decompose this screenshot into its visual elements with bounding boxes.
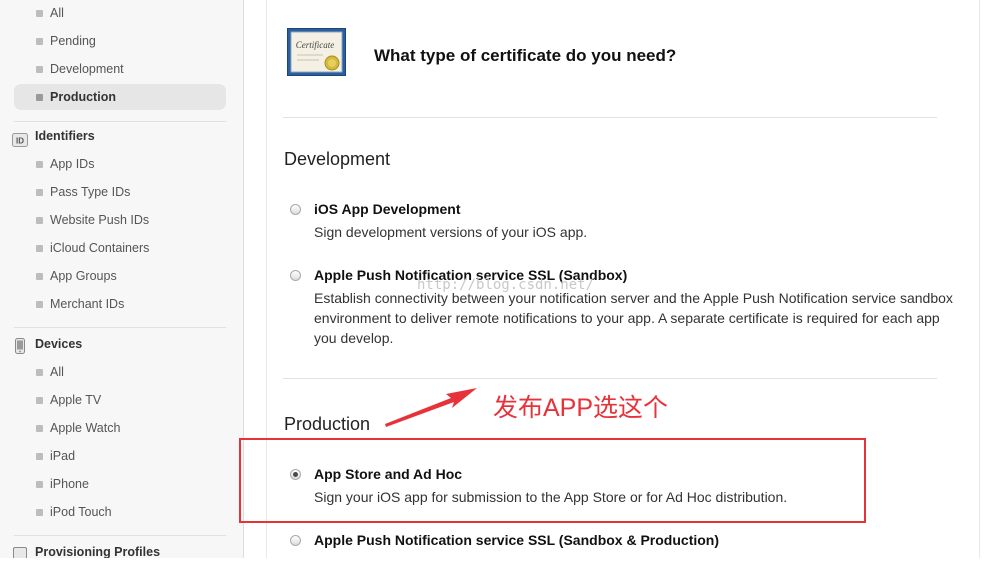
annotation-arrow-icon (384, 384, 484, 437)
certificate-icon: Certificate (287, 28, 346, 76)
bullet-icon (36, 161, 43, 168)
sidebar-divider (14, 327, 226, 328)
section-title-development: Development (284, 149, 391, 169)
sidebar-item-label: Website Push IDs (50, 213, 150, 227)
bullet-icon (36, 94, 43, 101)
divider (283, 378, 937, 379)
bullet-icon (36, 10, 43, 17)
divider (283, 117, 937, 118)
sidebar-item-iphone[interactable]: iPhone (14, 471, 226, 497)
sidebar-item-label: Production (50, 90, 116, 104)
sidebar-section-title: Provisioning Profiles (35, 545, 161, 558)
bullet-icon (36, 301, 43, 308)
sidebar-item-label: iPhone (50, 477, 89, 491)
bullet-icon (36, 217, 43, 224)
sidebar-item-certificates-development[interactable]: Development (14, 56, 226, 82)
sidebar-section-identifiers[interactable]: ID Identifiers (0, 122, 243, 150)
sidebar-item-label: All (50, 6, 64, 20)
sidebar-item-label: iCloud Containers (50, 241, 150, 255)
bullet-icon (36, 189, 43, 196)
sidebar-item-certificates-all[interactable]: All (14, 0, 226, 26)
certificate-icon-text: Certificate (296, 40, 335, 50)
sidebar-item-label: Pass Type IDs (50, 185, 131, 199)
profile-icon (13, 545, 27, 558)
sidebar-section-title: Identifiers (35, 129, 95, 143)
bullet-icon (36, 369, 43, 376)
option-title: Apple Push Notification service SSL (San… (314, 532, 720, 548)
bullet-icon (36, 66, 43, 73)
sidebar-item-label: iPad (50, 449, 76, 463)
option-ios-app-development[interactable]: iOS App Development Sign development ver… (287, 201, 947, 241)
page-title: What type of certificate do you need? (374, 46, 677, 65)
sidebar-item-certificates-production[interactable]: Production (14, 84, 226, 110)
sidebar-item-label: Merchant IDs (50, 297, 125, 311)
watermark: http://blog.csdn.net/ (417, 277, 595, 293)
svg-text:ID: ID (16, 137, 24, 146)
bullet-icon (36, 273, 43, 280)
bullet-icon (36, 453, 43, 460)
bullet-icon (36, 425, 43, 432)
sidebar-divider (14, 535, 226, 536)
sidebar-item-label: Pending (50, 34, 96, 48)
sidebar-item-certificates-pending[interactable]: Pending (14, 28, 226, 54)
sidebar-item-icloud-containers[interactable]: iCloud Containers (14, 235, 226, 261)
bullet-icon (36, 509, 43, 516)
bullet-icon (36, 481, 43, 488)
sidebar-item-label: App IDs (50, 157, 95, 171)
sidebar-item-label: iPod Touch (50, 505, 112, 519)
sidebar-section-title: Devices (35, 337, 83, 351)
sidebar-item-label: Apple Watch (50, 421, 121, 435)
sidebar-item-apple-watch[interactable]: Apple Watch (14, 415, 226, 441)
sidebar-section-provisioning-profiles[interactable]: Provisioning Profiles (0, 538, 243, 558)
option-title: iOS App Development (314, 201, 461, 217)
section-title-production: Production (284, 414, 371, 434)
sidebar-item-label: All (50, 365, 64, 379)
bullet-icon (36, 38, 43, 45)
sidebar: All Pending Development Production ID Id… (0, 0, 244, 558)
bullet-icon (36, 397, 43, 404)
radio-button[interactable] (290, 270, 301, 281)
sidebar-item-label: App Groups (50, 269, 117, 283)
sidebar-item-ipod-touch[interactable]: iPod Touch (14, 499, 226, 525)
sidebar-section-devices[interactable]: Devices (0, 330, 243, 358)
sidebar-item-label: Apple TV (50, 393, 102, 407)
sidebar-item-apple-tv[interactable]: Apple TV (14, 387, 226, 413)
radio-button[interactable] (290, 535, 301, 546)
sidebar-item-merchant-ids[interactable]: Merchant IDs (14, 291, 226, 317)
annotation-highlight-box (239, 438, 866, 523)
sidebar-item-pass-type-ids[interactable]: Pass Type IDs (14, 179, 226, 205)
sidebar-item-app-ids[interactable]: App IDs (14, 151, 226, 177)
annotation-text: 发布APP选这个 (493, 394, 669, 422)
radio-button[interactable] (290, 204, 301, 215)
sidebar-item-ipad[interactable]: iPad (14, 443, 226, 469)
option-apns-sandbox[interactable]: Apple Push Notification service SSL (San… (287, 267, 953, 347)
bullet-icon (36, 245, 43, 252)
sidebar-item-label: Development (50, 62, 124, 76)
sidebar-item-website-push-ids[interactable]: Website Push IDs (14, 207, 226, 233)
option-description: Sign development versions of your iOS ap… (314, 224, 588, 240)
option-description: Establish connectivity between your noti… (314, 290, 953, 346)
sidebar-item-app-groups[interactable]: App Groups (14, 263, 226, 289)
sidebar-item-devices-all[interactable]: All (14, 359, 226, 385)
